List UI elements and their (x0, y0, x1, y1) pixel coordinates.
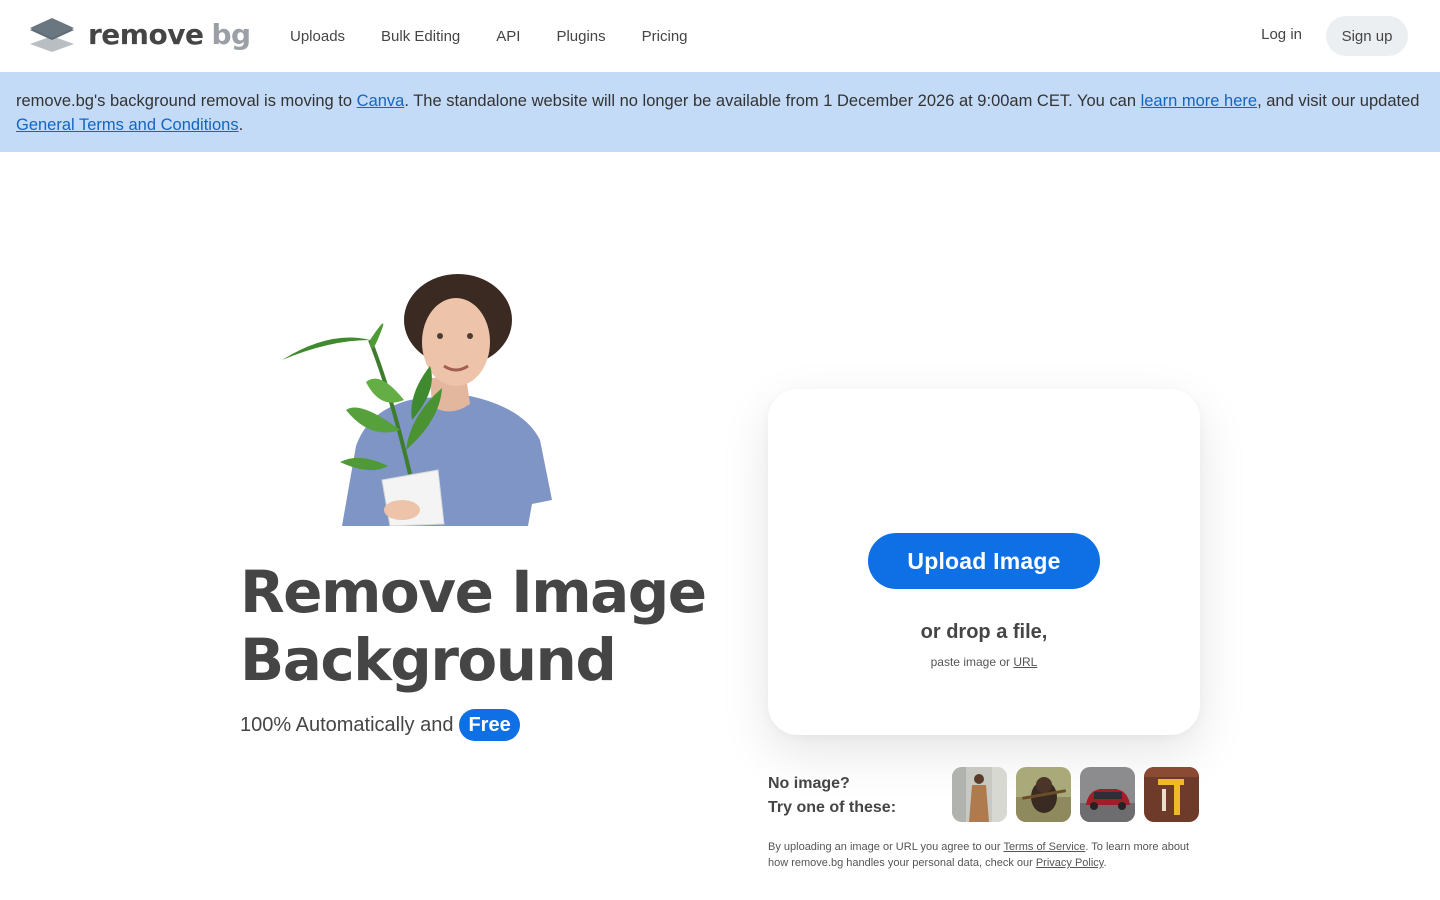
sample-car-thumb[interactable] (1080, 767, 1135, 822)
login-link[interactable]: Log in (1261, 26, 1302, 43)
hero-subtitle-text: 100% Automatically and (240, 713, 454, 736)
main-nav: Uploads Bulk Editing API Plugins Pricing (290, 0, 724, 72)
nav-uploads[interactable]: Uploads (290, 28, 345, 45)
privacy-policy-link[interactable]: Privacy Policy (1036, 857, 1104, 869)
nav-bulk-editing[interactable]: Bulk Editing (381, 28, 460, 45)
upload-image-button[interactable]: Upload Image (868, 533, 1100, 589)
sample-prompt: No image? Try one of these: (768, 772, 896, 820)
notice-banner: remove.bg's background removal is moving… (0, 72, 1440, 152)
paste-prefix: paste image or (930, 655, 1014, 669)
signup-button[interactable]: Sign up (1326, 16, 1408, 56)
legal-text-1: By uploading an image or URL you agree t… (768, 841, 1004, 853)
banner-text-1: remove.bg's background removal is moving… (16, 92, 357, 110)
nav-api[interactable]: API (496, 28, 520, 45)
sample-object-thumb[interactable] (1144, 767, 1199, 822)
drop-file-text: or drop a file, (920, 621, 1048, 643)
banner-text-2: . The standalone website will no longer … (404, 92, 1141, 110)
nav-pricing[interactable]: Pricing (642, 28, 688, 45)
hero-title-line1: Remove Image (240, 558, 707, 626)
free-badge: Free (459, 709, 520, 741)
nav-plugins[interactable]: Plugins (556, 28, 605, 45)
legal-text-3: . (1103, 857, 1107, 869)
hero-image (270, 270, 570, 527)
paste-text: paste image or URL (768, 655, 1200, 669)
banner-link-canva[interactable]: Canva (357, 92, 405, 110)
sample-woman-thumb[interactable] (952, 767, 1007, 822)
hero-title-line2: Background (240, 626, 617, 694)
upload-card[interactable]: Upload Image or drop a file, paste image… (768, 389, 1200, 735)
logo-layers-icon (30, 18, 74, 52)
banner-text-4: . (238, 116, 244, 134)
sample-thumbnails (952, 767, 1199, 822)
paste-url-link[interactable]: URL (1013, 655, 1037, 669)
logo[interactable]: remove bg (30, 18, 251, 52)
logo-word-bg: bg (211, 18, 251, 51)
banner-text-3: , and visit our updated (1257, 92, 1420, 110)
banner-link-learn-more[interactable]: learn more here (1141, 92, 1257, 110)
hero-subtitle: 100% Automatically and Free (240, 708, 520, 742)
logo-word-remove: remove (88, 18, 204, 51)
sample-dog-thumb[interactable] (1016, 767, 1071, 822)
sample-prompt-line1: No image? (768, 775, 850, 792)
banner-link-terms[interactable]: General Terms and Conditions (16, 116, 239, 134)
hero-title: Remove Image Background (240, 558, 760, 694)
terms-of-service-link[interactable]: Terms of Service (1003, 841, 1085, 853)
legal-text: By uploading an image or URL you agree t… (768, 839, 1198, 871)
header: remove bg Uploads Bulk Editing API Plugin… (0, 0, 1440, 72)
sample-prompt-line2: Try one of these: (768, 799, 897, 816)
logo-text: remove bg (88, 21, 251, 49)
